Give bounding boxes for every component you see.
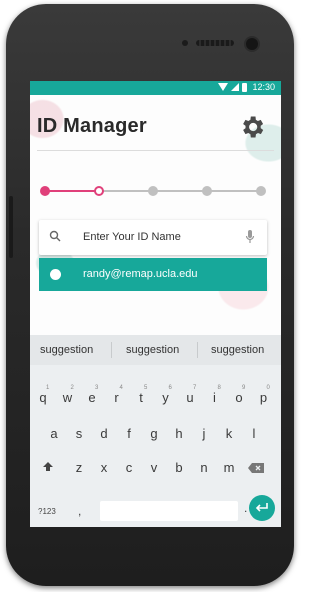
- suggestion-divider: [197, 342, 198, 358]
- result-item[interactable]: randy@remap.ucla.edu: [39, 258, 267, 291]
- key-hint-8: 8: [217, 385, 221, 391]
- title-divider: [37, 150, 274, 151]
- key-hint-5: 5: [144, 385, 148, 391]
- search-input[interactable]: Enter Your ID Name: [83, 231, 181, 243]
- progress-stepper: [40, 185, 266, 197]
- key-r[interactable]: r: [107, 390, 127, 405]
- key-c[interactable]: c: [119, 460, 139, 475]
- key-hint-3: 3: [95, 385, 99, 391]
- search-box[interactable]: Enter Your ID Name: [39, 220, 267, 255]
- key-e[interactable]: e: [82, 390, 102, 405]
- key-g[interactable]: g: [144, 426, 164, 441]
- key-z[interactable]: z: [69, 460, 89, 475]
- key-f[interactable]: f: [119, 426, 139, 441]
- progress-step-5: [256, 186, 266, 196]
- symbols-key[interactable]: ?123: [38, 507, 56, 516]
- key-s[interactable]: s: [69, 426, 89, 441]
- page-title: ID Manager: [37, 115, 147, 137]
- suggestion-3[interactable]: suggestion: [211, 344, 264, 356]
- keyboard: suggestion suggestion suggestion q1 w2 e3 r…: [30, 335, 281, 527]
- key-u[interactable]: u: [180, 390, 200, 405]
- key-d[interactable]: d: [94, 426, 114, 441]
- key-y[interactable]: y: [156, 390, 176, 405]
- key-hint-0: 0: [266, 385, 270, 391]
- side-button: [9, 196, 13, 258]
- progress-segment: [207, 190, 261, 192]
- progress-step-3: [148, 186, 158, 196]
- gear-icon[interactable]: [238, 113, 266, 141]
- status-time: 12:30: [252, 82, 275, 92]
- enter-icon: [255, 503, 268, 512]
- key-hint-4: 4: [119, 385, 123, 391]
- suggestion-bar: suggestion suggestion suggestion: [30, 335, 281, 365]
- result-email: randy@remap.ucla.edu: [83, 268, 198, 280]
- search-icon: [49, 230, 61, 242]
- key-q[interactable]: q: [33, 390, 53, 405]
- period-key[interactable]: .: [244, 501, 247, 515]
- key-m[interactable]: m: [219, 460, 239, 475]
- progress-segment: [153, 190, 207, 192]
- key-n[interactable]: n: [194, 460, 214, 475]
- key-p[interactable]: p: [254, 390, 274, 405]
- key-t[interactable]: t: [131, 390, 151, 405]
- wifi-icon: [218, 83, 229, 91]
- suggestion-2[interactable]: suggestion: [126, 344, 179, 356]
- key-v[interactable]: v: [144, 460, 164, 475]
- signal-icon: [231, 83, 240, 91]
- key-hint-9: 9: [242, 385, 246, 391]
- space-bar[interactable]: [100, 501, 238, 521]
- key-hint-1: 1: [46, 385, 50, 391]
- key-hint-7: 7: [193, 385, 197, 391]
- key-hint-2: 2: [70, 385, 74, 391]
- key-l[interactable]: l: [244, 426, 264, 441]
- progress-segment: [99, 190, 153, 192]
- suggestion-divider: [111, 342, 112, 358]
- comma-key[interactable]: ,: [78, 504, 81, 518]
- key-w[interactable]: w: [58, 390, 78, 405]
- battery-icon: [242, 82, 248, 92]
- shift-icon[interactable]: [42, 461, 54, 473]
- proximity-sensor: [182, 40, 188, 46]
- progress-step-1: [40, 186, 50, 196]
- backspace-icon[interactable]: [248, 463, 264, 473]
- front-camera: [246, 38, 258, 50]
- key-h[interactable]: h: [169, 426, 189, 441]
- key-o[interactable]: o: [229, 390, 249, 405]
- result-check-icon: [50, 269, 61, 280]
- key-i[interactable]: i: [205, 390, 225, 405]
- earpiece-speaker: [196, 40, 234, 46]
- app-content: ID Manager Enter Your ID Name randy@rema…: [30, 95, 281, 335]
- progress-segment: [45, 190, 99, 192]
- progress-step-2: [96, 188, 102, 194]
- key-a[interactable]: a: [44, 426, 64, 441]
- key-j[interactable]: j: [194, 426, 214, 441]
- status-icons: 12:30: [218, 82, 275, 92]
- status-bar: 12:30: [30, 81, 281, 95]
- mic-icon[interactable]: [245, 229, 255, 245]
- screen: 12:30 ID Manager Enter Your ID Name rand…: [30, 81, 281, 527]
- key-b[interactable]: b: [169, 460, 189, 475]
- enter-key[interactable]: [249, 495, 275, 521]
- key-hint-6: 6: [168, 385, 172, 391]
- suggestion-1[interactable]: suggestion: [40, 344, 93, 356]
- key-x[interactable]: x: [94, 460, 114, 475]
- progress-step-4: [202, 186, 212, 196]
- key-k[interactable]: k: [219, 426, 239, 441]
